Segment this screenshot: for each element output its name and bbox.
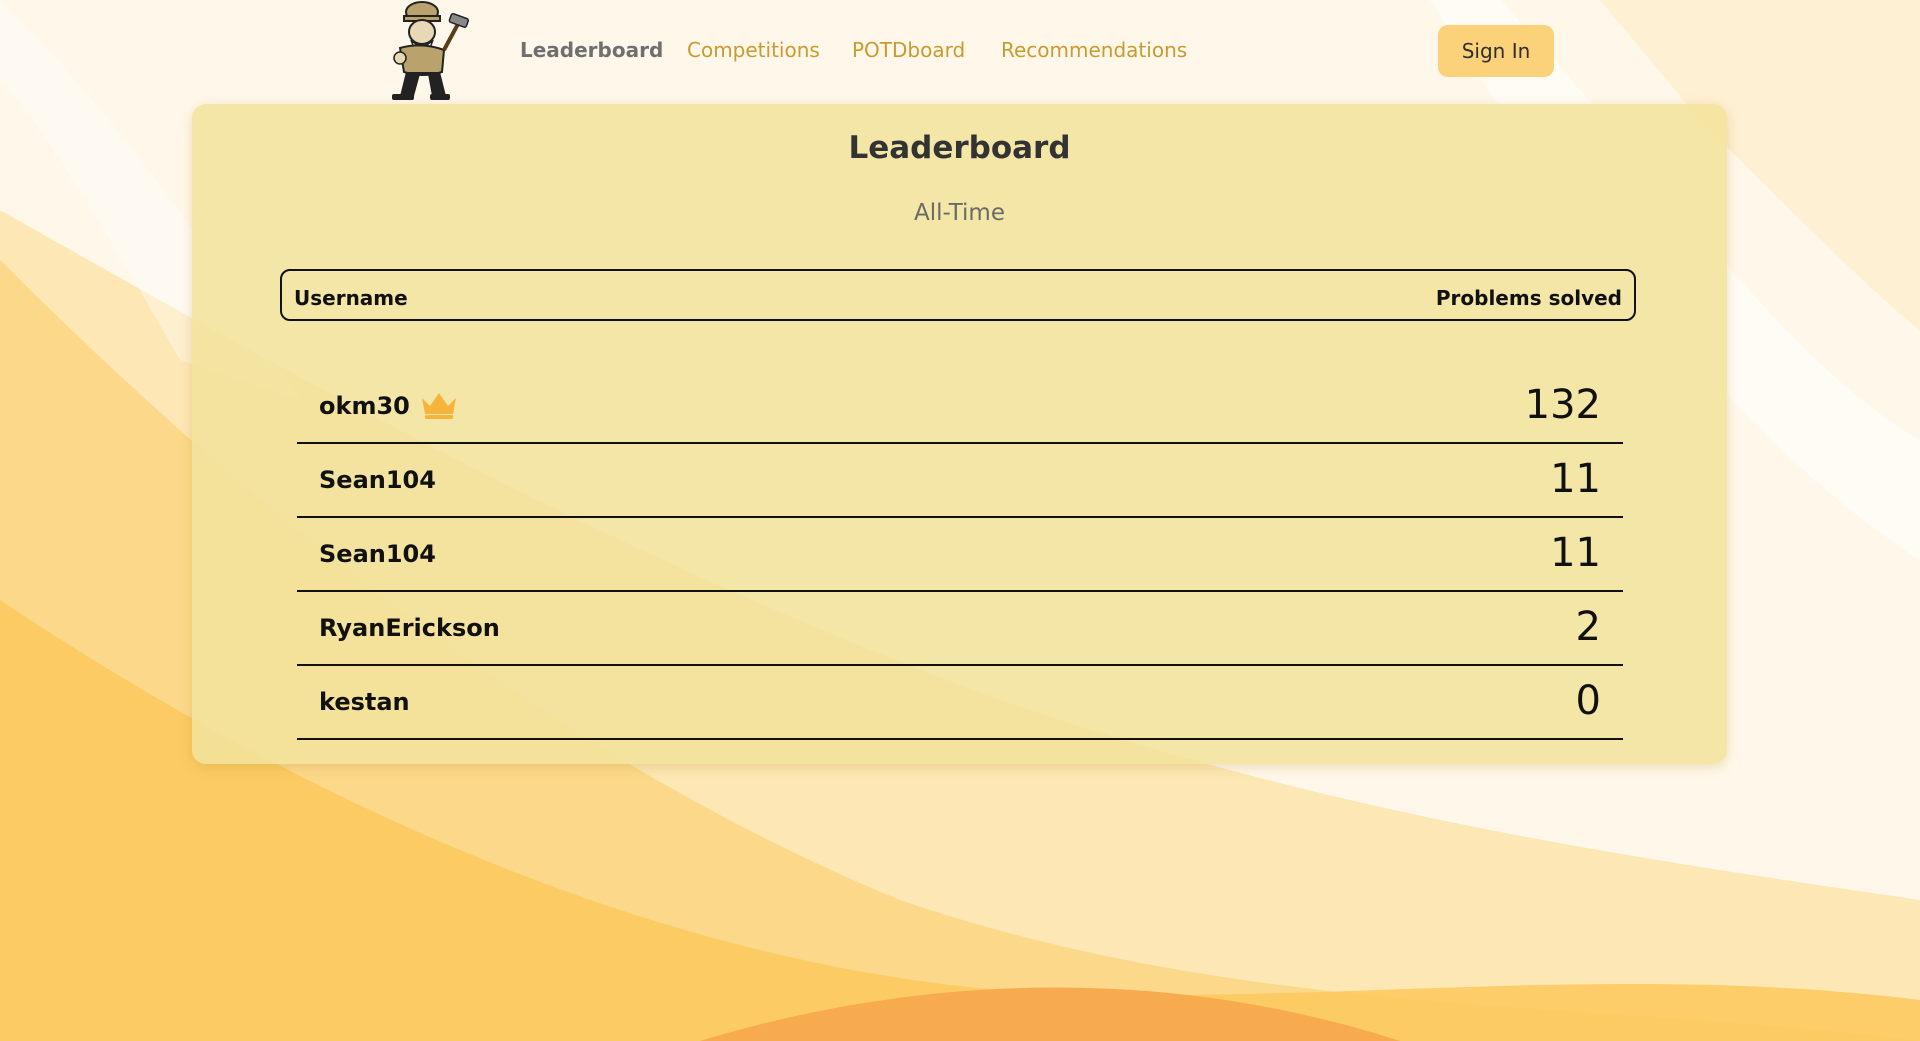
- row-problems-solved: 0: [1575, 678, 1601, 724]
- mascot-logo-icon[interactable]: [378, 0, 472, 102]
- page-title: Leaderboard: [848, 130, 1071, 166]
- nav-link-leaderboard[interactable]: Leaderboard: [520, 38, 663, 62]
- row-username[interactable]: Sean104: [319, 540, 436, 568]
- top-navbar: Leaderboard Competitions POTDboard Recom…: [0, 0, 1920, 104]
- sign-in-button[interactable]: Sign In: [1438, 25, 1554, 77]
- column-header-problems-solved: Problems solved: [1435, 286, 1622, 310]
- row-problems-solved: 11: [1550, 456, 1601, 502]
- crown-icon: [422, 393, 456, 419]
- row-problems-solved: 11: [1550, 530, 1601, 576]
- row-username[interactable]: kestan: [319, 688, 410, 716]
- nav-link-recommendations[interactable]: Recommendations: [1001, 38, 1187, 62]
- row-username[interactable]: Sean104: [319, 466, 436, 494]
- row-username[interactable]: RyanErickson: [319, 614, 500, 642]
- row-problems-solved: 2: [1575, 604, 1601, 650]
- table-row[interactable]: Sean104 11: [297, 444, 1623, 518]
- period-label: All-Time: [914, 200, 1005, 226]
- table-row[interactable]: kestan 0: [297, 666, 1623, 740]
- table-header: Username Problems solved: [280, 269, 1636, 321]
- nav-link-competitions[interactable]: Competitions: [687, 38, 820, 62]
- table-row[interactable]: Sean104 11: [297, 518, 1623, 592]
- row-username[interactable]: okm30: [319, 392, 410, 420]
- row-problems-solved: 132: [1524, 382, 1601, 428]
- leaderboard-card: Leaderboard All-Time Username Problems s…: [192, 104, 1727, 764]
- table-row[interactable]: RyanErickson 2: [297, 592, 1623, 666]
- table-row[interactable]: okm30 132: [297, 370, 1623, 444]
- column-header-username: Username: [294, 286, 408, 310]
- nav-link-potdboard[interactable]: POTDboard: [852, 38, 965, 62]
- leaderboard-list: okm30 132 Sean104 11 Sean104 11 RyanEric…: [297, 370, 1623, 740]
